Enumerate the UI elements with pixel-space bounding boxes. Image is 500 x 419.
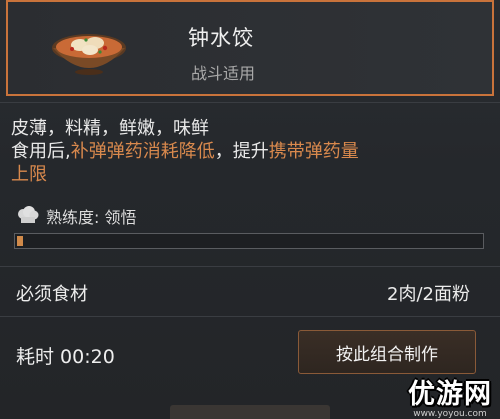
description-line-2: 食用后,补弹弹药消耗降低，提升携带弹药量 <box>11 140 481 163</box>
ingredients-label: 必须食材 <box>16 284 88 305</box>
ingredients-value: 2肉/2面粉 <box>387 284 470 305</box>
dish-name: 钟水饺 <box>188 26 254 50</box>
divider <box>0 266 500 267</box>
proficiency-progress-bar <box>14 233 484 249</box>
bottom-tab[interactable] <box>170 405 330 419</box>
description-line-3: 上限 <box>11 164 47 185</box>
description-line-1: 皮薄，料精，鲜嫩，味鲜 <box>11 118 209 139</box>
dish-tag: 战斗适用 <box>191 64 256 83</box>
description-highlight: 携带弹药量 <box>268 141 359 162</box>
watermark-logo: 优游网 www.yoyou.com <box>408 372 492 419</box>
proficiency-row: 熟练度: 领悟 <box>16 204 136 228</box>
description-text: ，提升 <box>214 141 269 162</box>
watermark-url: www.yoyou.com <box>413 409 487 419</box>
craft-button[interactable]: 按此组合制作 <box>298 330 476 374</box>
cook-time: 耗时 00:20 <box>16 346 115 368</box>
divider <box>0 316 500 317</box>
proficiency-label: 熟练度: 领悟 <box>46 208 137 227</box>
progress-fill <box>17 236 23 246</box>
description-text: 食用后, <box>11 141 71 162</box>
watermark-text: 优游网 <box>408 379 492 410</box>
description-highlight: 补弹弹药消耗降低 <box>70 141 215 162</box>
dish-description: 皮薄，料精，鲜嫩，味鲜 食用后,补弹弹药消耗降低，提升携带弹药量 上限 <box>11 117 481 186</box>
ingredients-row: 必须食材 2肉/2面粉 <box>0 270 500 310</box>
divider <box>0 102 500 103</box>
dish-header-card: 钟水饺 战斗适用 <box>6 0 494 96</box>
dumpling-bowl-icon <box>52 34 126 75</box>
chef-hat-icon <box>18 206 39 223</box>
